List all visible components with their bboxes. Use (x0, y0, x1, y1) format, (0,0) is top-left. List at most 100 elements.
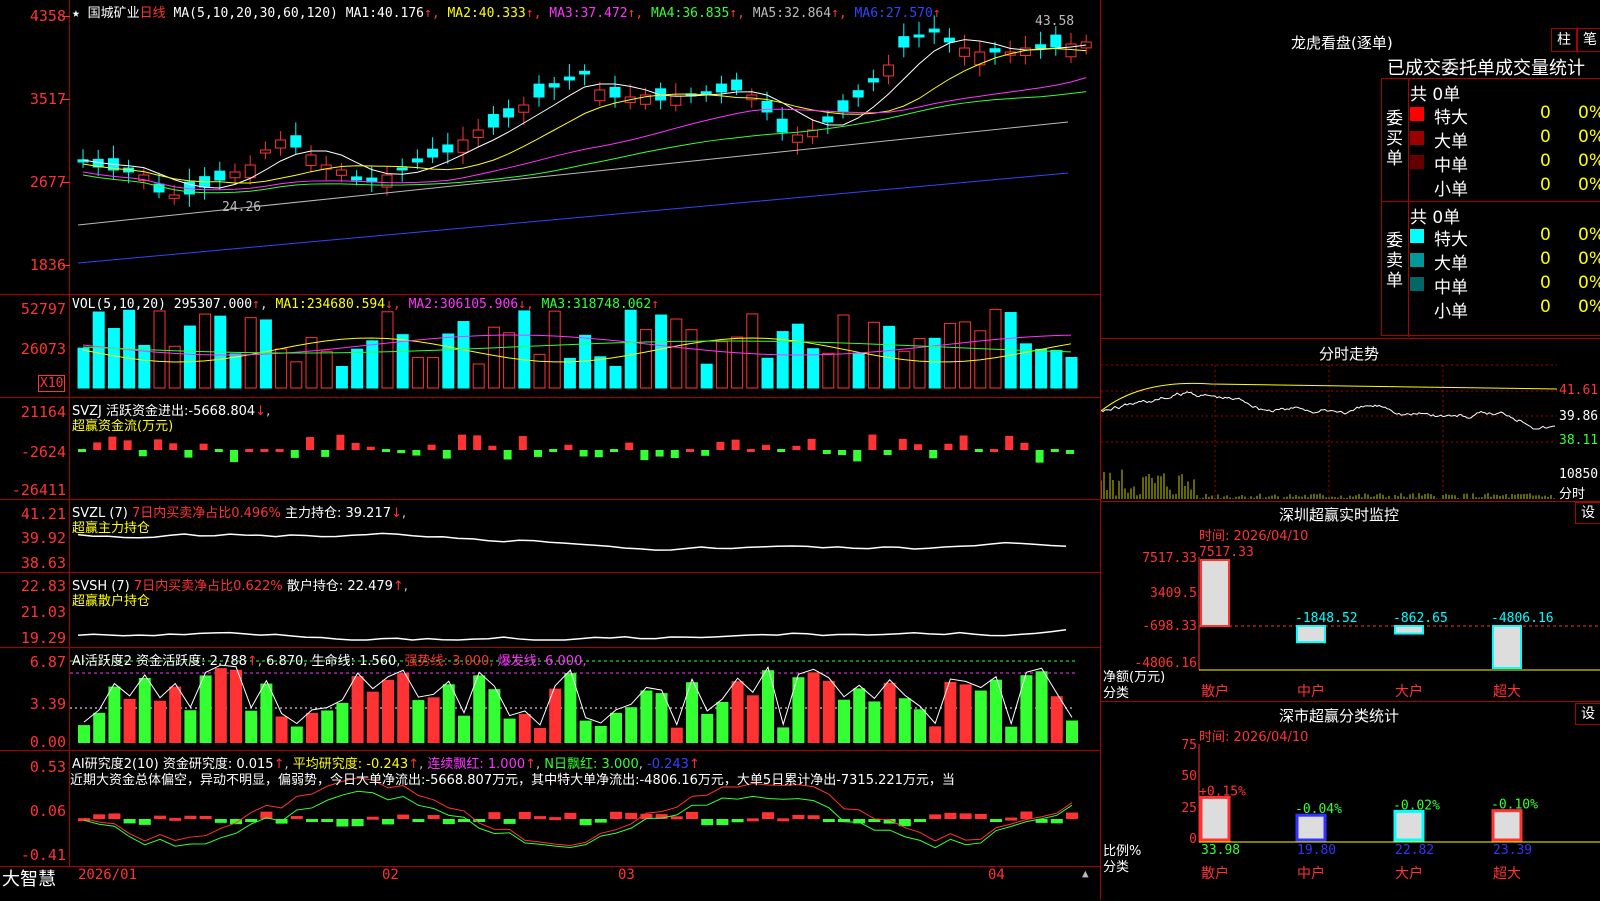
flow-mark (382, 449, 390, 452)
color-swatch (1410, 277, 1424, 291)
activity-bar (473, 675, 486, 743)
sz-monitor-panel[interactable]: 深圳超赢实时监控 设 时间: 2026/04/10 7517.33 3409.5-… (1101, 502, 1600, 702)
vol-ma-3: MA3:318748.062 (541, 297, 652, 312)
candle (533, 83, 545, 98)
research-bar (518, 811, 531, 819)
research-bar (184, 815, 197, 819)
period-label[interactable]: 日线 (140, 6, 166, 21)
monitor-bar-value: 7517.33 (1199, 545, 1254, 560)
flow-bar (397, 450, 406, 454)
flow-bar (290, 450, 299, 458)
volume-bar (533, 353, 546, 389)
research-bar (853, 819, 866, 824)
candle (259, 149, 271, 154)
volume-bar (411, 357, 424, 389)
research-bar (686, 811, 698, 819)
flow-bar (868, 434, 877, 450)
research-bar (351, 819, 364, 827)
monitor-bar (1394, 625, 1424, 635)
classify-pct: 22.82 (1395, 843, 1434, 858)
monitor-bar (1200, 559, 1230, 627)
classify-chart: 75 50 25 0 +0.15% 33.98 散户 -0.04% 19.80 中户 -0.02% 2… (1181, 738, 1600, 882)
ai1-v4: 3.000 (452, 654, 490, 669)
svzl-arrow: ↓ (391, 506, 402, 521)
activity-bar (503, 718, 516, 743)
price-panel[interactable]: 4358 3517 2677 1836 ★ 国城矿业日线 MA(5,10,20,… (0, 0, 1100, 295)
activity-bar (412, 700, 425, 743)
volume-bar (959, 321, 972, 389)
activity-bar (929, 726, 942, 743)
activity-bar (579, 720, 592, 743)
candlestick-chart (77, 15, 1092, 264)
svsh-value: 22.479 (347, 579, 393, 594)
flow-bar (762, 444, 770, 450)
sz-classify-panel[interactable]: 深市超赢分类统计 设 时间: 2026/04/10 75 50 25 0 +0.15% 3… (1101, 702, 1600, 900)
ai1-label: AI活跃度2 (72, 654, 132, 669)
intraday-panel[interactable]: 分时走势 41.61 39.86 38.11 10850 分时 (1101, 338, 1600, 502)
flow-mark (549, 449, 558, 452)
activity-bar (883, 682, 896, 743)
research-bar (321, 819, 334, 822)
ai1-v2: 6.870 (266, 654, 304, 669)
ai1-v5: 6.000 (545, 654, 583, 669)
flow-bar (716, 441, 725, 450)
bar-view-button[interactable]: 柱 (1551, 28, 1577, 52)
activity-bar (488, 689, 501, 743)
activity-bar (123, 698, 136, 743)
research-bar (245, 819, 258, 822)
volume-panel[interactable]: 52797 26073 X10 VOL(5,10,20) 295307.000↑… (0, 295, 1100, 398)
research-bar (944, 812, 957, 819)
monitor-category: 中户 (1297, 683, 1325, 700)
classify-bar (1199, 795, 1231, 842)
volume-bar (320, 350, 333, 389)
monitor-bar (1492, 625, 1522, 669)
order-row-label: 大单 (1434, 254, 1468, 274)
ai-activity-panel[interactable]: 6.87 3.39 0.00 AI活跃度2 资金活跃度: 2.788↑, 6.8… (0, 648, 1100, 751)
ai1-t5: 爆发线: (497, 654, 541, 669)
classify-ytick: 0 (1189, 832, 1197, 847)
volume-bar (168, 345, 181, 389)
ma-value-2: MA2:40.333 (447, 6, 526, 21)
svzl-subtitle: 超赢主力持仓 (72, 521, 151, 536)
order-row-count: 0 (1540, 225, 1551, 245)
candle (867, 78, 879, 83)
volume-bar (670, 318, 683, 389)
vol-value: 295307.000 (173, 297, 253, 312)
activity-bar (321, 710, 334, 743)
x-tick: 03 (618, 867, 635, 883)
flow-bar (169, 443, 178, 450)
ma-label: MA(5,10,20,30,60,120) (173, 6, 338, 21)
flow-bar (579, 450, 588, 457)
flow-mark (245, 449, 254, 452)
candle (700, 91, 712, 95)
candle (427, 148, 439, 158)
volume-bar (594, 356, 607, 389)
flow-bar (518, 436, 527, 450)
activity-bar (427, 697, 440, 743)
svsh-subtitle: 超赢散户持仓 (72, 594, 151, 609)
flow-bar (640, 450, 649, 461)
activity-bar (838, 699, 850, 743)
flow-bar (959, 435, 968, 450)
lock-icon[interactable]: ▲ (1082, 867, 1089, 880)
brand-label: 大智慧 (2, 869, 56, 890)
tick-view-button[interactable]: 笔 (1577, 28, 1600, 52)
research-bar (762, 812, 774, 819)
order-row: 大单 0 0% (1410, 127, 1600, 152)
volume-bar (731, 336, 744, 389)
svsh-panel[interactable]: 22.83 21.03 19.29 SVSH (7) 7日内买卖净占比0.622… (0, 573, 1100, 648)
candle (487, 114, 499, 128)
candle (822, 116, 834, 123)
research-bar (549, 817, 562, 821)
volume-bar (503, 332, 516, 389)
star-icon[interactable]: ★ (72, 6, 80, 21)
ai-research-panel[interactable]: 0.53 0.06 -0.41 AI研究度2(10) 资金研究度: 0.015↑… (0, 751, 1100, 866)
svzj-panel[interactable]: 21164 -2624 -26411 SVZJ 活跃资金进出:-5668.804… (0, 398, 1100, 500)
activity-bar (868, 701, 881, 743)
research-bar (1020, 811, 1033, 819)
svzl-panel[interactable]: 41.21 39.92 38.63 SVZL (7) 7日内买卖净占比0.496… (0, 500, 1100, 573)
activity-bar (518, 713, 531, 743)
activity-bar (199, 675, 212, 743)
candle (579, 70, 591, 75)
activity-bar (336, 702, 349, 743)
